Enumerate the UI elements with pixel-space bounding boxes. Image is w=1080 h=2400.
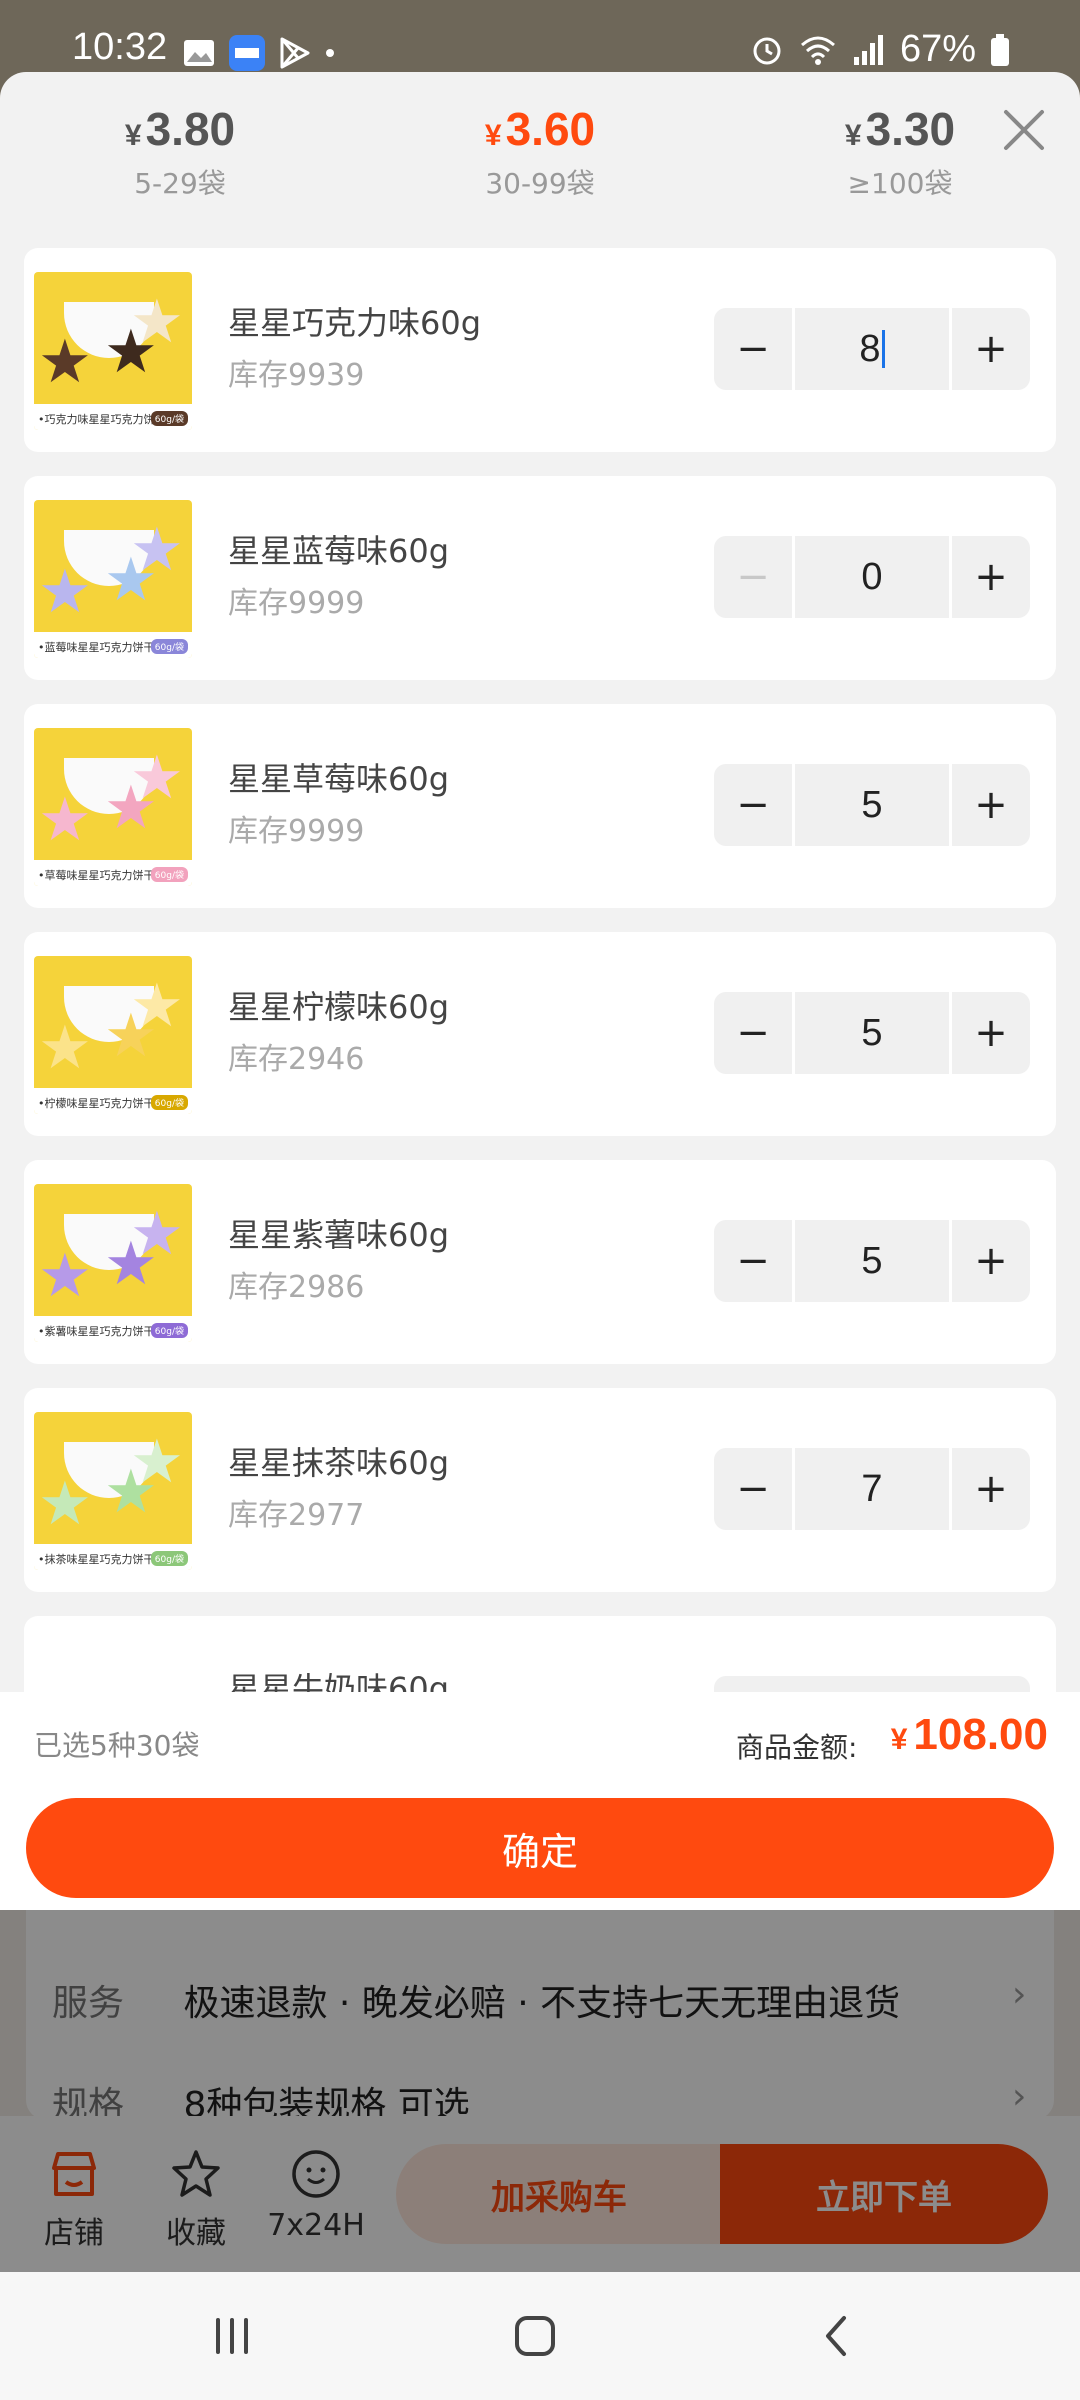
back-icon[interactable] (808, 2306, 868, 2366)
product-thumbnail: ★ ★ ★ •抹茶味星星巧克力饼干 60g/袋 (34, 1412, 192, 1570)
sku-stock: 库存9999 (228, 814, 365, 849)
sku-item-blueberry: ★ ★ ★ •蓝莓味星星巧克力饼干 60g/袋 星星蓝莓味60g 库存9999 … (24, 476, 1056, 680)
signal-icon (853, 34, 883, 65)
thumbnail-tag: 60g/袋 (150, 1095, 188, 1110)
battery-icon (991, 33, 1009, 66)
sku-selection-sheet: ¥3.80 5-29袋 ¥3.60 30-99袋 ¥3.30 ≥100袋 ★ ★… (0, 72, 1080, 1910)
thumbnail-tag: 60g/袋 (150, 639, 188, 654)
battery-percent: 67% (899, 28, 976, 70)
quantity-input[interactable]: 0 (795, 536, 949, 618)
dot-icon (326, 49, 334, 57)
notification-icons (182, 34, 336, 72)
sheet-footer: 已选5种30袋 商品金额: ¥108.00 确定 (0, 1692, 1080, 1910)
product-thumbnail: ★ ★ ★ •柠檬味星星巧克力饼干 60g/袋 (34, 956, 192, 1114)
sku-stock: 库存9999 (228, 586, 365, 621)
sku-item-purple-potato: ★ ★ ★ •紫薯味星星巧克力饼干 60g/袋 星星紫薯味60g 库存2986 … (24, 1160, 1056, 1364)
quantity-input[interactable]: 7 (795, 1448, 949, 1530)
quantity-input[interactable]: 5 (795, 992, 949, 1074)
quantity-input[interactable]: 5 (795, 1220, 949, 1302)
increase-button[interactable]: + (952, 1448, 1030, 1530)
tier-price: ¥3.80 (124, 103, 236, 155)
tier-range: 5-29袋 (134, 167, 226, 200)
sku-name: 星星草莓味60g (228, 760, 450, 798)
sku-stock: 库存2946 (228, 1042, 365, 1077)
quantity-input[interactable]: 5 (795, 764, 949, 846)
quantity-stepper: − 5 + (714, 992, 1030, 1074)
total-amount: ¥108.00 (890, 1710, 1048, 1759)
sku-item-lemon: ★ ★ ★ •柠檬味星星巧克力饼干 60g/袋 星星柠檬味60g 库存2946 … (24, 932, 1056, 1136)
sku-name: 星星蓝莓味60g (228, 532, 450, 570)
increase-button[interactable]: + (952, 1220, 1030, 1302)
decrease-button[interactable]: − (714, 536, 792, 618)
decrease-button[interactable]: − (714, 992, 792, 1074)
thumbnail-tag: 60g/袋 (150, 867, 188, 882)
thumbnail-tag: 60g/袋 (150, 411, 188, 426)
thumbnail-tag: 60g/袋 (150, 1323, 188, 1338)
system-icons: 67% (750, 28, 1010, 71)
increase-button[interactable]: + (952, 308, 1030, 390)
selected-summary: 已选5种30袋 (34, 1729, 200, 1762)
sku-stock: 库存9939 (228, 358, 365, 393)
sku-stock: 库存2977 (228, 1498, 365, 1533)
quantity-input[interactable]: 8 (795, 308, 949, 390)
wifi-icon (800, 36, 835, 65)
quantity-stepper: − 0 + (714, 536, 1030, 618)
product-thumbnail: ★ ★ ★ •草莓味星星巧克力饼干 60g/袋 (34, 728, 192, 886)
quantity-stepper: − 5 + (714, 764, 1030, 846)
decrease-button[interactable]: − (714, 308, 792, 390)
quantity-stepper: − 5 + (714, 1220, 1030, 1302)
sku-name: 星星巧克力味60g (228, 304, 482, 342)
sku-name: 星星柠檬味60g (228, 988, 450, 1026)
decrease-button[interactable]: − (714, 1448, 792, 1530)
system-nav-bar (0, 2272, 1080, 2400)
decrease-button[interactable]: − (714, 764, 792, 846)
recent-apps-icon[interactable] (202, 2306, 262, 2366)
quantity-stepper: − 8 + (714, 308, 1030, 390)
gallery-icon (184, 40, 214, 66)
sku-name: 星星抹茶味60g (228, 1444, 450, 1482)
tier-range: 30-99袋 (485, 167, 595, 200)
sku-item-chocolate: ★ ★ ★ •巧克力味星星巧克力饼干 60g/袋 星星巧克力味60g 库存993… (24, 248, 1056, 452)
price-tier-3: ¥3.30 ≥100袋 (770, 102, 1030, 202)
increase-button[interactable]: + (952, 764, 1030, 846)
price-tier-2: ¥3.60 30-99袋 (410, 102, 670, 202)
sku-name: 星星紫薯味60g (228, 1216, 450, 1254)
price-tiers: ¥3.80 5-29袋 ¥3.60 30-99袋 ¥3.30 ≥100袋 (0, 72, 1080, 212)
status-time: 10:32 (72, 26, 168, 68)
sku-item-matcha: ★ ★ ★ •抹茶味星星巧克力饼干 60g/袋 星星抹茶味60g 库存2977 … (24, 1388, 1056, 1592)
product-thumbnail: ★ ★ ★ •蓝莓味星星巧克力饼干 60g/袋 (34, 500, 192, 658)
increase-button[interactable]: + (952, 536, 1030, 618)
sku-item-strawberry: ★ ★ ★ •草莓味星星巧克力饼干 60g/袋 星星草莓味60g 库存9999 … (24, 704, 1056, 908)
close-icon[interactable] (996, 102, 1052, 158)
product-thumbnail: ★ ★ ★ •紫薯味星星巧克力饼干 60g/袋 (34, 1184, 192, 1342)
increase-button[interactable]: + (952, 992, 1030, 1074)
decrease-button[interactable]: − (714, 1220, 792, 1302)
total-label: 商品金额: (736, 1731, 858, 1764)
product-thumbnail: ★ ★ ★ •巧克力味星星巧克力饼干 60g/袋 (34, 272, 192, 430)
alarm-icon (753, 37, 781, 64)
home-icon[interactable] (505, 2306, 565, 2366)
tier-price: ¥3.60 (484, 103, 596, 155)
thumbnail-tag: 60g/袋 (150, 1551, 188, 1566)
sku-stock: 库存2986 (228, 1270, 365, 1305)
quantity-stepper: − 7 + (714, 1448, 1030, 1530)
price-tier-1: ¥3.80 5-29袋 (50, 102, 310, 202)
play-store-icon (280, 37, 310, 69)
novel-app-icon (229, 35, 265, 71)
tier-price: ¥3.30 (844, 103, 956, 155)
confirm-button[interactable]: 确定 (26, 1798, 1054, 1898)
text-cursor (881, 330, 885, 368)
tier-range: ≥100袋 (847, 167, 953, 200)
